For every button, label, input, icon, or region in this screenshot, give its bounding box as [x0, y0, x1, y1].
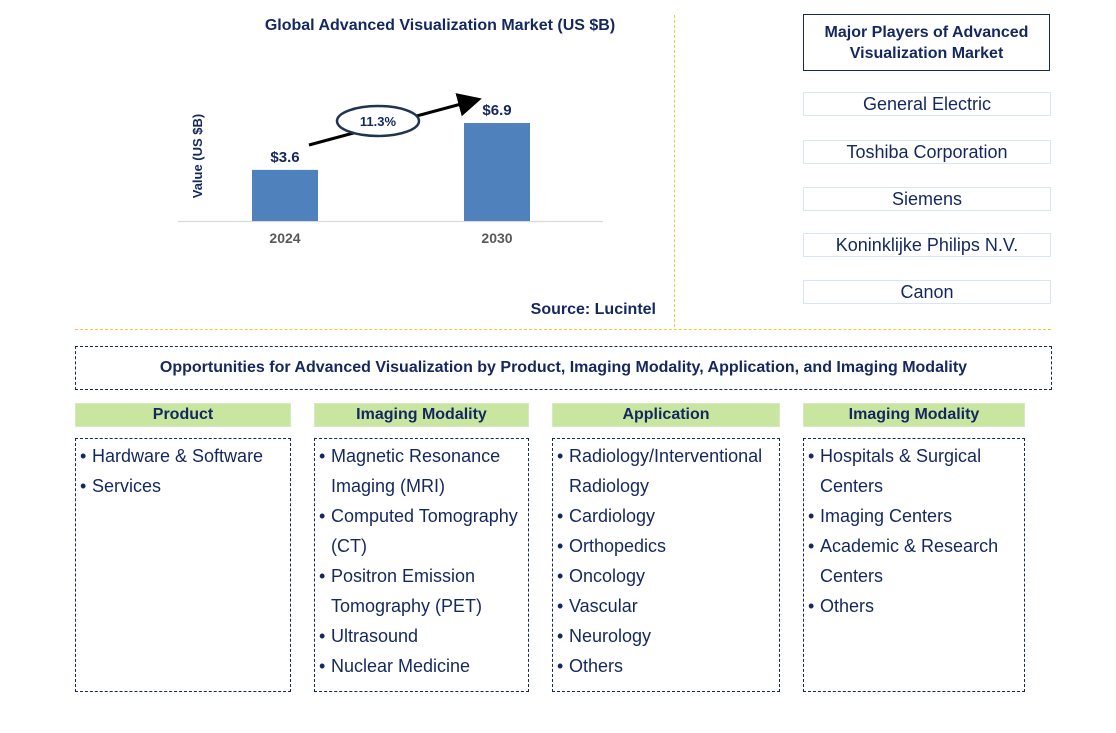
list-item: • Others	[557, 651, 779, 681]
bullet-icon: •	[808, 536, 815, 556]
list-item: • Neurology	[557, 621, 779, 651]
bar-2024	[252, 169, 318, 221]
bullet-icon: •	[80, 476, 87, 496]
bar-chart: Value (US $B) $3.6 2024 $6.9 2030 11.3%	[178, 93, 603, 246]
bullet-icon: •	[319, 506, 326, 526]
list-item-text: Neurology	[569, 626, 652, 646]
bullet-icon: •	[557, 506, 564, 526]
category-header-product: Product	[75, 403, 291, 427]
data-label-2024: $3.6	[270, 149, 299, 166]
bullet-icon: •	[319, 626, 326, 646]
player-general-electric: General Electric	[803, 92, 1051, 116]
list-item: • Computed Tomography (CT)	[319, 501, 528, 561]
list-item: • Orthopedics	[557, 531, 779, 561]
list-item: • Magnetic Resonance Imaging (MRI)	[319, 441, 528, 501]
category-header-application: Application	[552, 403, 780, 427]
list-item-text: Ultrasound	[331, 626, 419, 646]
category-list-product: • Hardware & Software • Services	[75, 438, 291, 692]
bullet-icon: •	[808, 506, 815, 526]
list-item-text: Orthopedics	[569, 536, 667, 556]
data-label-2030: $6.9	[482, 102, 511, 119]
list-item-text: Hospitals & Surgical Centers	[820, 446, 982, 496]
list-item: • Services	[80, 471, 290, 501]
category-header-imaging-modality: Imaging Modality	[314, 403, 529, 427]
player-siemens: Siemens	[803, 187, 1051, 211]
list-item: • Radiology/Interventional Radiology	[557, 441, 779, 501]
horizontal-separator	[75, 329, 1051, 330]
list-item: • Others	[808, 591, 1024, 621]
bullet-icon: •	[808, 596, 815, 616]
list-item-text: Oncology	[569, 566, 646, 586]
category-header-end-use: Imaging Modality	[803, 403, 1025, 427]
bullet-icon: •	[557, 626, 564, 646]
list-item: • Nuclear Medicine	[319, 651, 528, 681]
y-axis-label: Value (US $B)	[190, 114, 205, 199]
list-item-text: Imaging Centers	[820, 506, 953, 526]
player-philips: Koninklijke Philips N.V.	[803, 233, 1051, 257]
list-item-text: Nuclear Medicine	[331, 656, 471, 676]
major-players-title: Major Players of Advanced Visualization …	[803, 14, 1050, 71]
list-item: • Hospitals & Surgical Centers	[808, 441, 1024, 501]
bullet-icon: •	[808, 446, 815, 466]
list-item: • Cardiology	[557, 501, 779, 531]
player-toshiba: Toshiba Corporation	[803, 140, 1051, 164]
cagr-label: 11.3%	[360, 114, 397, 129]
bullet-icon: •	[80, 446, 87, 466]
x-tick-label-2024: 2024	[269, 230, 300, 246]
list-item-text: Positron Emission Tomography (PET)	[331, 566, 483, 616]
source-label: Source: Lucintel	[530, 301, 656, 318]
x-tick-label-2030: 2030	[481, 230, 512, 246]
list-item-text: Hardware & Software	[92, 446, 264, 466]
bar-2030	[464, 123, 530, 221]
list-item-text: Computed Tomography (CT)	[331, 506, 518, 556]
list-item-text: Radiology/Interventional Radiology	[569, 446, 763, 496]
list-item: • Positron Emission Tomography (PET)	[319, 561, 528, 621]
bullet-icon: •	[557, 566, 564, 586]
vertical-separator	[674, 15, 675, 327]
list-item-text: Others	[569, 656, 624, 676]
category-list-end-use: • Hospitals & Surgical Centers • Imaging Ce…	[803, 438, 1025, 692]
bullet-icon: •	[319, 566, 326, 586]
bullet-icon: •	[319, 446, 326, 466]
list-item: • Oncology	[557, 561, 779, 591]
bullet-icon: •	[557, 656, 564, 676]
bullet-icon: •	[557, 596, 564, 616]
list-item-text: Cardiology	[569, 506, 656, 526]
list-item-text: Magnetic Resonance Imaging (MRI)	[331, 446, 501, 496]
list-item-text: Others	[820, 596, 875, 616]
bullet-icon: •	[319, 656, 326, 676]
list-item-text: Vascular	[569, 596, 638, 616]
list-item: • Ultrasound	[319, 621, 528, 651]
list-item: • Imaging Centers	[808, 501, 1024, 531]
bullet-icon: •	[557, 446, 564, 466]
list-item-text: Services	[92, 476, 162, 496]
bullet-icon: •	[557, 536, 564, 556]
list-item: • Academic & Research Centers	[808, 531, 1024, 591]
list-item: • Vascular	[557, 591, 779, 621]
list-item-text: Academic & Research Centers	[820, 536, 999, 586]
list-item: • Hardware & Software	[80, 441, 290, 471]
opportunities-title: Opportunities for Advanced Visualization…	[75, 346, 1052, 390]
category-list-application: • Radiology/Interventional Radiology • Card…	[552, 438, 780, 692]
category-list-imaging-modality: • Magnetic Resonance Imaging (MRI) • Comput…	[314, 438, 529, 692]
player-canon: Canon	[803, 280, 1051, 304]
